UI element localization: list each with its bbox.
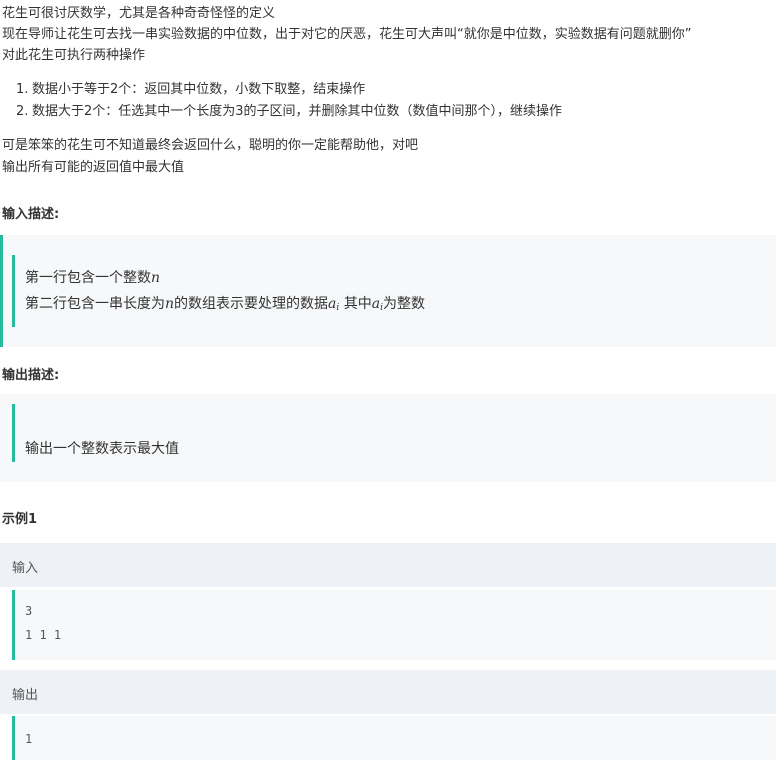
list-item: 1. 数据小于等于2个：返回其中位数，小数下取整，结束操作: [16, 82, 366, 97]
closing-line: 可是笨笨的花生可不知道最终会返回什么，聪明的你一定能帮助他，对吧: [2, 138, 419, 153]
problem-closing: 可是笨笨的花生可不知道最终会返回什么，聪明的你一定能帮助他，对吧 输出所有可能的…: [2, 135, 418, 179]
example-output-label: 输出: [12, 688, 39, 703]
output-description-title: 输出描述:: [2, 368, 60, 383]
operations-list: 1. 数据小于等于2个：返回其中位数，小数下取整，结束操作 2. 数据大于2个：任选…: [16, 79, 562, 123]
example-title: 示例1: [2, 512, 38, 527]
quote-inner: 输出一个整数表示最大值: [12, 404, 179, 462]
input-description-box: 第一行包含一个整数n 第二行包含一串长度为n的数组表示要处理的数据ai 其中ai…: [0, 235, 776, 347]
code-line: 3: [25, 604, 33, 618]
example-input-code[interactable]: 3 1 1 1: [12, 590, 776, 660]
list-item: 2. 数据大于2个：任选其中一个长度为3的子区间，并删除其中位数（数值中间那个），…: [16, 104, 563, 119]
output-line-1: 输出一个整数表示最大值: [25, 441, 179, 457]
code-line: 1: [25, 732, 33, 746]
quote-bar: [0, 235, 3, 347]
closing-line: 输出所有可能的返回值中最大值: [2, 160, 185, 175]
example-output-header: 输出: [0, 670, 776, 714]
intro-line: 对此花生可执行两种操作: [2, 48, 146, 63]
intro-line: 花生可很讨厌数学，尤其是各种奇奇怪怪的定义: [2, 6, 276, 21]
input-line-2: 第二行包含一串长度为n的数组表示要处理的数据ai 其中ai为整数: [25, 296, 425, 313]
quote-inner: 第一行包含一个整数n 第二行包含一串长度为n的数组表示要处理的数据ai 其中ai…: [12, 255, 425, 327]
code-line: 1 1 1: [25, 628, 62, 642]
input-line-1: 第一行包含一个整数n: [25, 270, 161, 286]
intro-line: 现在导师让花生可去找一串实验数据的中位数，出于对它的厌恶，花生可大声叫“就你是中…: [2, 27, 692, 42]
input-description-title: 输入描述:: [2, 207, 60, 222]
example-input-label: 输入: [12, 561, 39, 576]
example-output-code[interactable]: 1: [12, 716, 776, 760]
problem-intro: 花生可很讨厌数学，尤其是各种奇奇怪怪的定义 现在导师让花生可去找一串实验数据的中…: [2, 3, 691, 66]
output-description-box: 输出一个整数表示最大值: [0, 394, 776, 482]
example-input-header: 输入: [0, 543, 776, 587]
